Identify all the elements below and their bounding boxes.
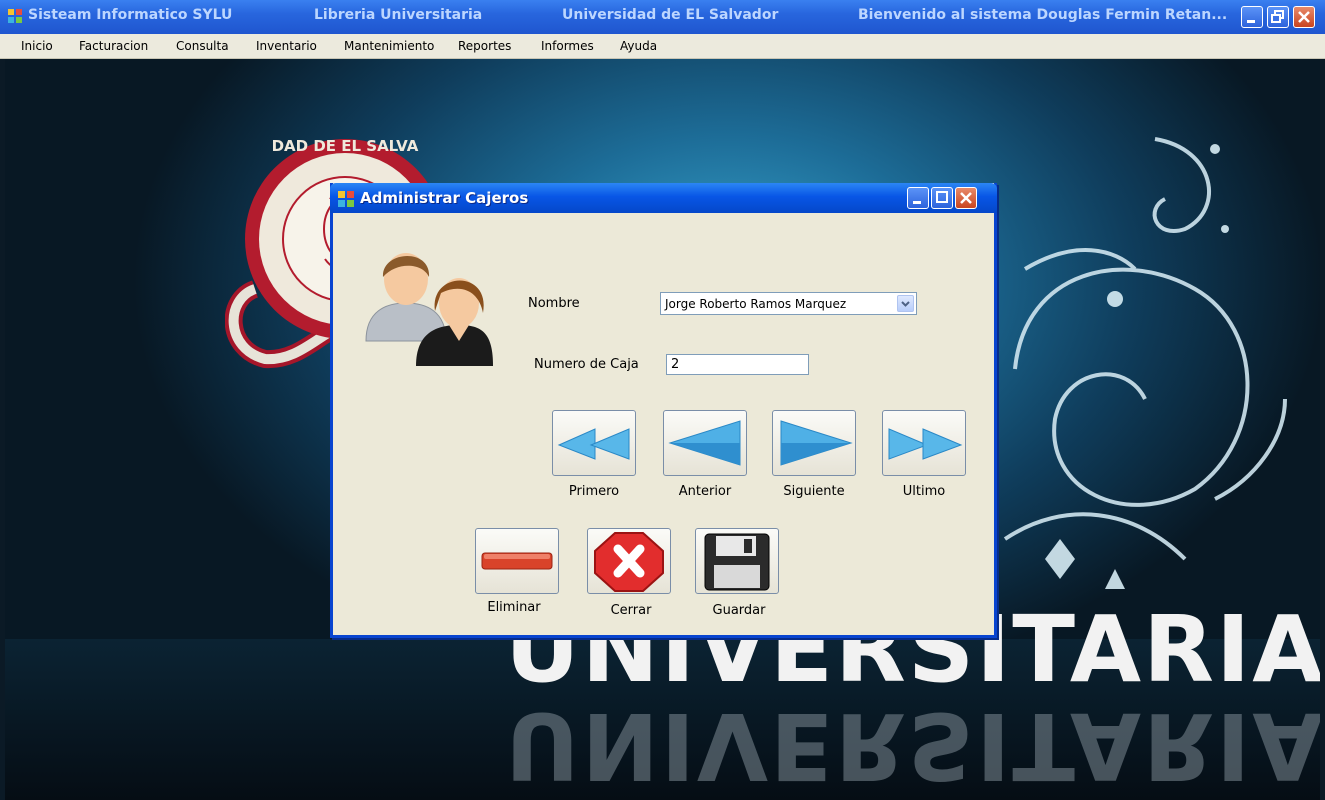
- floppy-disk-icon: [704, 533, 770, 591]
- anterior-button[interactable]: [663, 410, 747, 476]
- numero-caja-field[interactable]: [666, 354, 809, 375]
- main-titlebar: Sisteam Informatico SYLU Libreria Univer…: [0, 0, 1325, 34]
- minimize-icon: [913, 201, 921, 204]
- nombre-label: Nombre: [528, 296, 580, 311]
- dialog-minimize-button[interactable]: [907, 187, 929, 209]
- siguiente-button[interactable]: [772, 410, 856, 476]
- ultimo-label: Ultimo: [902, 484, 946, 499]
- numero-caja-label: Numero de Caja: [534, 357, 639, 372]
- banner-reflection: UNIVERSITARIA: [505, 692, 1320, 799]
- arrow-right-icon: [780, 420, 853, 466]
- title-universidad: Universidad de EL Salvador: [562, 7, 779, 23]
- close-button[interactable]: [1293, 6, 1315, 28]
- decorative-swirl-image: [1003, 137, 1287, 589]
- close-stop-icon: [594, 532, 664, 592]
- menu-inicio[interactable]: Inicio: [21, 39, 53, 53]
- dialog-title: Administrar Cajeros: [360, 189, 529, 207]
- guardar-button[interactable]: [695, 528, 779, 594]
- title-app: Sisteam Informatico SYLU: [28, 7, 233, 23]
- cerrar-button[interactable]: [587, 528, 671, 594]
- anterior-label: Anterior: [678, 484, 732, 499]
- svg-text:DAD DE EL SALVA: DAD DE EL SALVA: [272, 137, 419, 155]
- primero-button[interactable]: [552, 410, 636, 476]
- nombre-combobox[interactable]: Jorge Roberto Ramos Marquez: [660, 292, 917, 315]
- dialog-maximize-button[interactable]: [931, 187, 953, 209]
- dialog-app-icon: [338, 191, 354, 207]
- menu-reportes[interactable]: Reportes: [458, 39, 511, 53]
- cerrar-label: Cerrar: [610, 603, 652, 618]
- users-icon: [365, 253, 493, 366]
- nombre-value: Jorge Roberto Ramos Marquez: [665, 297, 847, 311]
- eliminar-button[interactable]: [475, 528, 559, 594]
- combobox-dropdown-button[interactable]: [897, 295, 914, 312]
- double-arrow-right-icon: [888, 428, 963, 460]
- menu-bar: Inicio Facturacion Consulta Inventario M…: [0, 34, 1325, 59]
- menu-mantenimiento[interactable]: Mantenimiento: [344, 39, 434, 53]
- maximize-icon: [936, 191, 948, 203]
- primero-label: Primero: [568, 484, 620, 499]
- chevron-down-icon: [901, 301, 910, 307]
- menu-consulta[interactable]: Consulta: [176, 39, 229, 53]
- close-icon: [1298, 11, 1310, 23]
- title-libreria: Libreria Universitaria: [314, 7, 483, 23]
- menu-ayuda[interactable]: Ayuda: [620, 39, 657, 53]
- double-arrow-left-icon: [557, 428, 630, 460]
- administrar-cajeros-dialog: Administrar Cajeros Nombre Jorge Roberto…: [330, 183, 997, 638]
- arrow-left-icon: [668, 420, 741, 466]
- numero-caja-input[interactable]: [671, 356, 801, 373]
- minus-icon: [481, 552, 553, 570]
- restore-icon: [1271, 10, 1284, 23]
- eliminar-label: Eliminar: [487, 600, 541, 615]
- close-icon: [960, 192, 972, 204]
- dialog-close-button[interactable]: [955, 187, 977, 209]
- title-welcome: Bienvenido al sistema Douglas Fermin Ret…: [858, 7, 1228, 23]
- menu-facturacion[interactable]: Facturacion: [79, 39, 148, 53]
- app-icon: [8, 9, 22, 23]
- dialog-titlebar: Administrar Cajeros: [330, 183, 997, 213]
- minimize-icon: [1247, 20, 1255, 23]
- menu-inventario[interactable]: Inventario: [256, 39, 317, 53]
- guardar-label: Guardar: [712, 603, 766, 618]
- menu-informes[interactable]: Informes: [541, 39, 594, 53]
- minimize-button[interactable]: [1241, 6, 1263, 28]
- ultimo-button[interactable]: [882, 410, 966, 476]
- restore-button[interactable]: [1267, 6, 1289, 28]
- siguiente-label: Siguiente: [783, 484, 845, 499]
